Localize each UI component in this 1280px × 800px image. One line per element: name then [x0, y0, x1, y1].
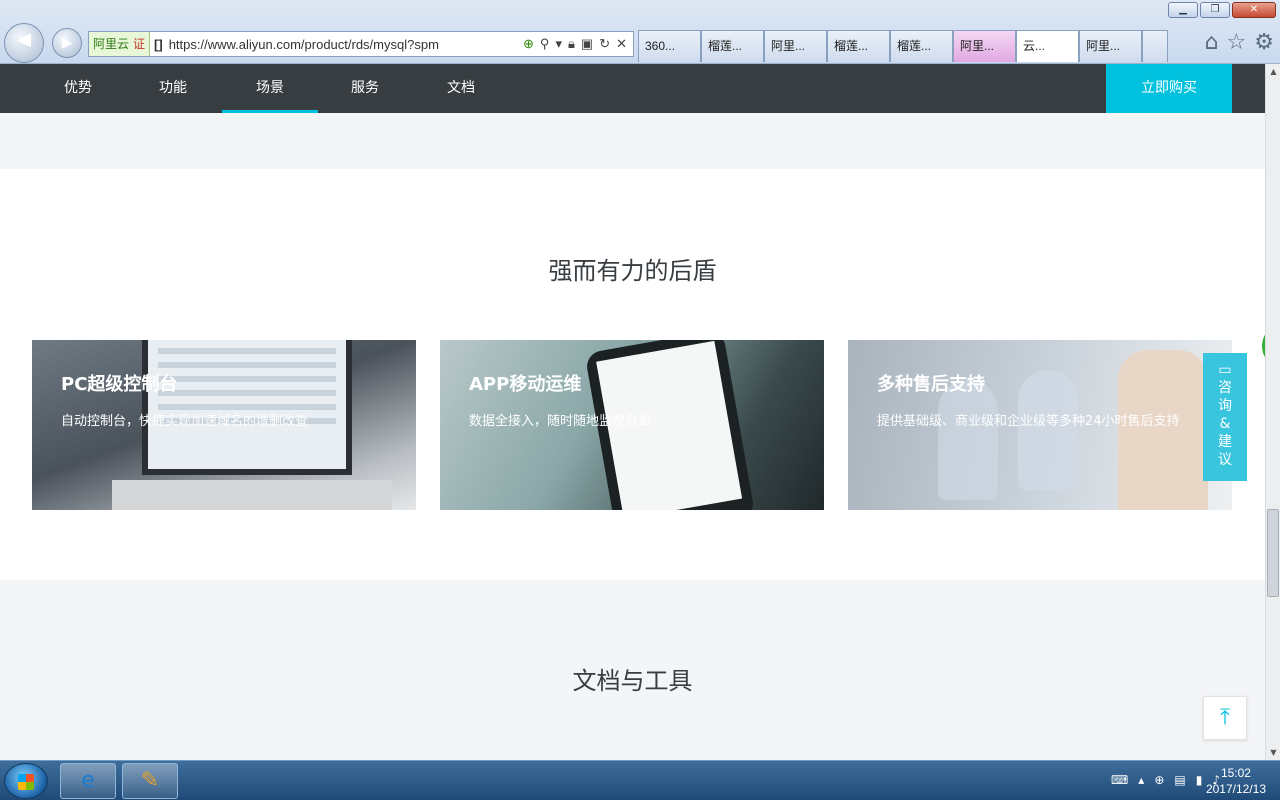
dropdown-icon[interactable]: ▾: [555, 36, 562, 52]
lock-icon[interactable]: 🔒︎: [568, 36, 575, 52]
feedback-button[interactable]: ▭ 咨 询 & 建 议: [1203, 353, 1247, 481]
browser-tab[interactable]: 榴莲...: [827, 30, 890, 62]
forward-button[interactable]: ▶: [52, 28, 82, 58]
feedback-label: 议: [1218, 452, 1232, 468]
close-button[interactable]: ✕: [1232, 2, 1276, 18]
support-agent-image: [1118, 350, 1208, 510]
windows-taskbar: e ✎ ⌨ ▴ ⊕ ▤ ▮ ♪ 15:02 2017/12/13: [0, 760, 1280, 800]
laptop-image: [142, 340, 352, 475]
certificate-badge[interactable]: 阿里云 证: [89, 32, 151, 56]
keyboard-icon[interactable]: ⌨: [1111, 773, 1128, 787]
support-agent-image: [938, 380, 998, 500]
docs-section-title: 文档与工具: [572, 667, 693, 695]
system-tray: ⌨ ▴ ⊕ ▤ ▮ ♪: [1111, 773, 1220, 787]
nav-item-features[interactable]: 功能: [125, 64, 221, 113]
browser-tab[interactable]: 阿里...: [1079, 30, 1142, 62]
refresh-icon[interactable]: ↻: [599, 36, 610, 52]
settings-gear-icon[interactable]: ⚙: [1254, 30, 1274, 55]
nav-item-advantages[interactable]: 优势: [30, 64, 126, 113]
feedback-label: 询: [1218, 398, 1232, 414]
compatibility-icon[interactable]: ▣: [581, 36, 593, 52]
search-icon[interactable]: ⚲: [540, 36, 550, 52]
page-content: 强而有力的后盾 PC超级控制台 自动控制台，快捷实现加速域名的增删改查 APP移…: [0, 113, 1265, 760]
feedback-icon: ▭: [1218, 362, 1232, 378]
scroll-down-icon[interactable]: ▼: [1266, 745, 1280, 760]
back-to-top-button[interactable]: ⤒: [1203, 696, 1247, 740]
device-icon[interactable]: ▤: [1174, 773, 1185, 787]
network-icon[interactable]: ▮: [1196, 773, 1203, 787]
tab-strip: 360... 榴莲... 阿里... 榴莲... 榴莲... 阿里... 云..…: [638, 30, 1168, 62]
stop-icon[interactable]: ✕: [616, 36, 627, 52]
new-tab-button[interactable]: [1142, 30, 1168, 62]
browser-tab[interactable]: 榴莲...: [701, 30, 764, 62]
card-description: 提供基础级、商业级和企业级等多种24小时售后支持: [877, 414, 1180, 429]
feedback-label: &: [1219, 416, 1231, 432]
security-icon[interactable]: ⊕: [1154, 773, 1164, 787]
card-title: APP移动运维: [469, 374, 582, 395]
scrollbar-thumb[interactable]: [1267, 509, 1279, 597]
browser-chrome: ▁ ❐ ✕ ◀ ▶ 阿里云 证 [] https://www.aliyun.co…: [0, 0, 1280, 64]
clock-time: 15:02: [1220, 766, 1251, 780]
window-controls: ▁ ❐ ✕: [1168, 2, 1276, 18]
support-agent-image: [1018, 370, 1078, 490]
ie-taskbar-icon[interactable]: e: [60, 763, 116, 799]
page-favicon-icon: []: [154, 36, 163, 52]
feedback-label: 建: [1218, 434, 1232, 450]
card-description: 数据全接入，随时随地监控自如: [469, 414, 652, 429]
cert-name: 阿里云: [93, 37, 130, 51]
tray-expand-icon[interactable]: ▴: [1138, 773, 1144, 787]
keyboard-image: [112, 480, 392, 510]
card-title: PC超级控制台: [61, 374, 178, 395]
nav-item-services[interactable]: 服务: [317, 64, 413, 113]
browser-tab-active[interactable]: 云...: [1016, 30, 1079, 62]
back-button[interactable]: ◀: [4, 23, 44, 63]
clock-date: 2017/12/13: [1205, 782, 1266, 796]
card-description: 自动控制台，快捷实现加速域名的增删改查: [61, 414, 309, 429]
card-title: 多种售后支持: [877, 374, 985, 395]
nav-item-scenarios[interactable]: 场景: [222, 64, 318, 113]
vertical-scrollbar[interactable]: ▲ ▼: [1265, 64, 1280, 760]
nav-item-docs[interactable]: 文档: [413, 64, 509, 113]
home-icon[interactable]: ⌂: [1205, 30, 1219, 55]
scenario-section: 强而有力的后盾 PC超级控制台 自动控制台，快捷实现加速域名的增删改查 APP移…: [0, 169, 1265, 580]
product-nav: 优势 功能 场景 服务 文档 立即购买: [0, 64, 1265, 113]
arrow-up-icon: ⤒: [1220, 705, 1230, 730]
url-input[interactable]: https://www.aliyun.com/product/rds/mysql…: [163, 37, 523, 52]
back-arrow-icon: ◀: [17, 29, 31, 50]
minimize-button[interactable]: ▁: [1168, 2, 1198, 18]
start-button[interactable]: [4, 763, 48, 799]
plus-addon-icon[interactable]: ⊕: [523, 36, 534, 52]
maximize-button[interactable]: ❐: [1200, 2, 1230, 18]
cert-verified-icon: 证: [133, 37, 146, 51]
paint-taskbar-icon[interactable]: ✎: [122, 763, 178, 799]
forward-arrow-icon: ▶: [61, 35, 73, 51]
scenario-card-app-ops[interactable]: APP移动运维 数据全接入，随时随地监控自如: [440, 340, 824, 510]
scenario-card-pc-console[interactable]: PC超级控制台 自动控制台，快捷实现加速域名的增删改查: [32, 340, 416, 510]
section-title: 强而有力的后盾: [548, 257, 717, 285]
browser-tab[interactable]: 阿里...: [953, 30, 1016, 62]
browser-tab[interactable]: 阿里...: [764, 30, 827, 62]
taskbar-clock[interactable]: 15:02 2017/12/13: [1206, 765, 1266, 797]
address-bar[interactable]: 阿里云 证 [] https://www.aliyun.com/product/…: [88, 31, 634, 57]
favorites-star-icon[interactable]: ☆: [1227, 30, 1247, 55]
feedback-label: 咨: [1218, 380, 1232, 396]
scroll-up-icon[interactable]: ▲: [1266, 64, 1280, 79]
scenario-card-support[interactable]: 多种售后支持 提供基础级、商业级和企业级等多种24小时售后支持: [848, 340, 1232, 510]
browser-tab[interactable]: 360...: [638, 30, 701, 62]
buy-now-button[interactable]: 立即购买: [1106, 64, 1232, 113]
browser-tab[interactable]: 榴莲...: [890, 30, 953, 62]
